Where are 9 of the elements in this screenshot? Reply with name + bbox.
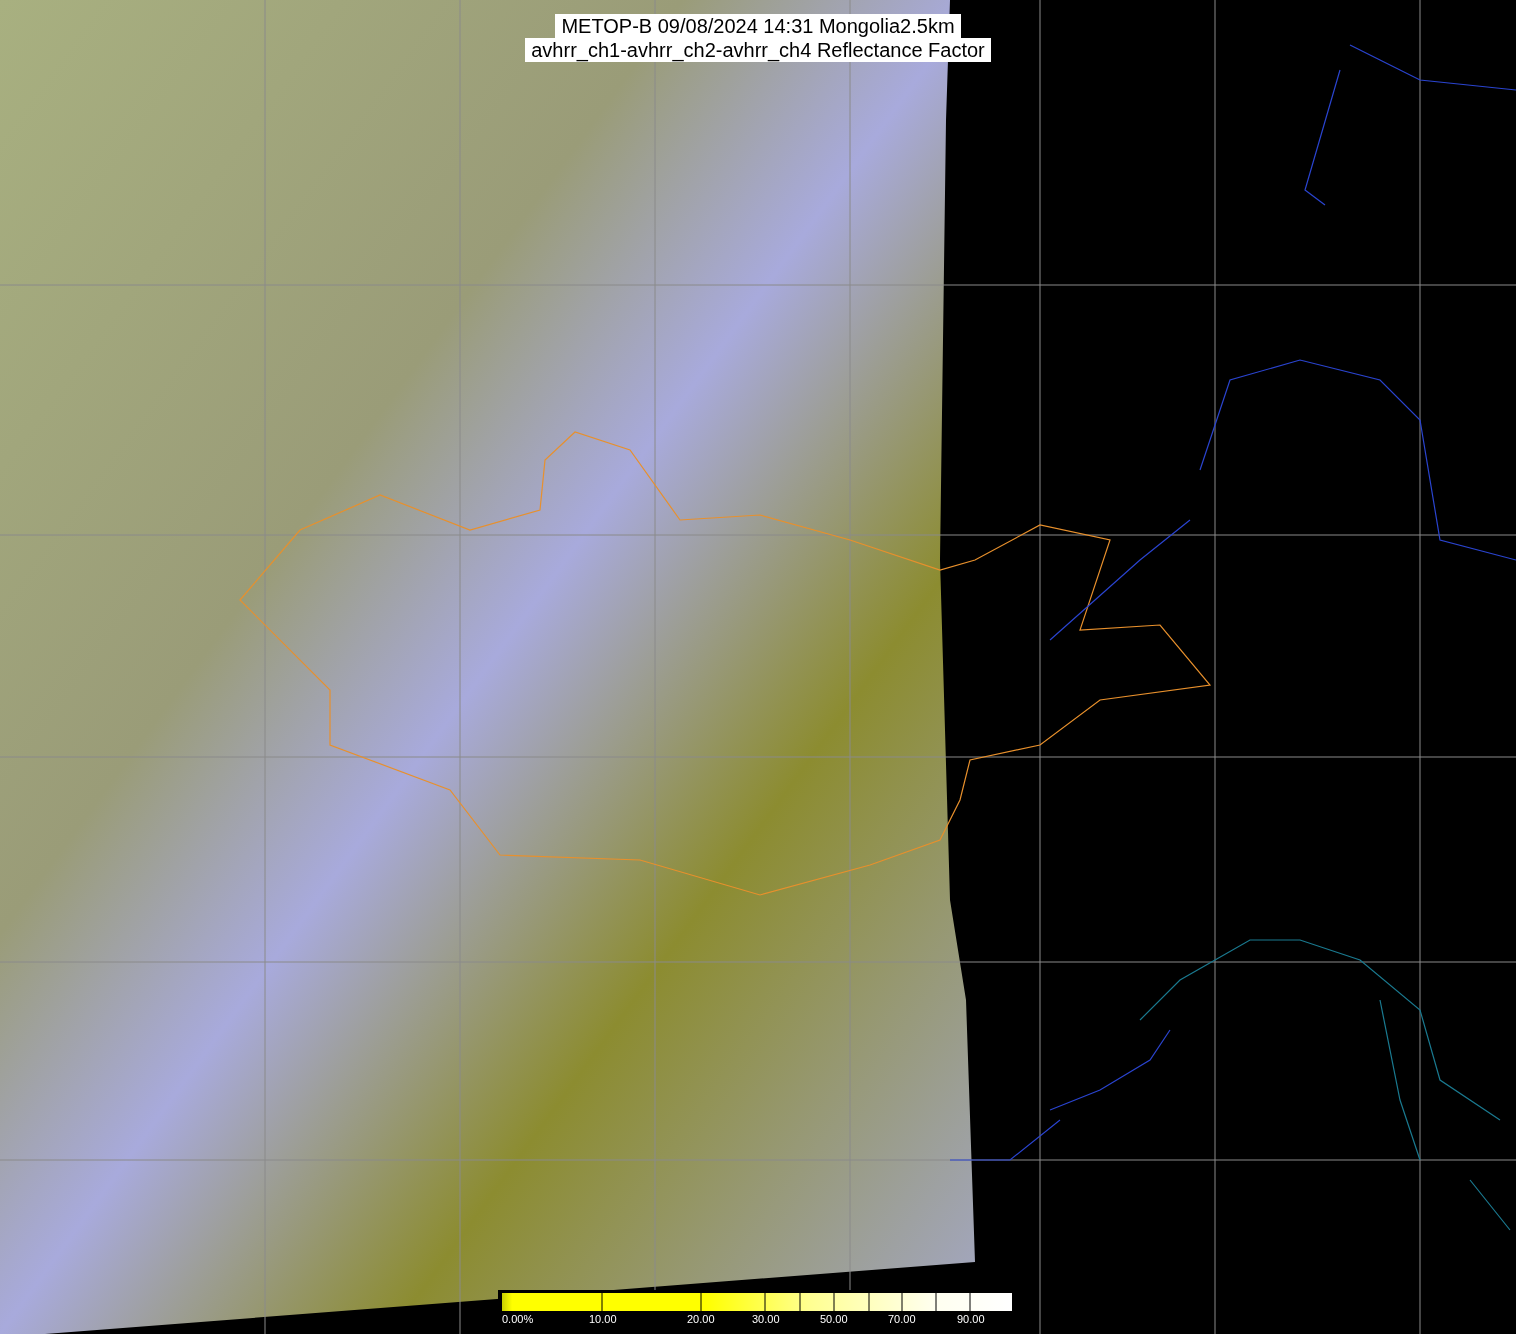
colorbar-tick-label: 70.00 (888, 1312, 917, 1326)
colorbar-tick-label: 20.00 (687, 1312, 716, 1326)
colorbar-tick-label: 50.00 (820, 1312, 849, 1326)
map-title: METOP-B 09/08/2024 14:31 Mongolia2.5km (555, 14, 961, 38)
colorbar-tick-label: 0.00% (502, 1312, 535, 1326)
colorbar-tick-label: 90.00 (957, 1312, 986, 1326)
colorbar-tick-label: 30.00 (752, 1312, 781, 1326)
colorbar-tick-label: 10.00 (589, 1312, 618, 1326)
map-title: avhrr_ch1-avhrr_ch2-avhrr_ch4 Reflectance Factor (525, 38, 991, 62)
